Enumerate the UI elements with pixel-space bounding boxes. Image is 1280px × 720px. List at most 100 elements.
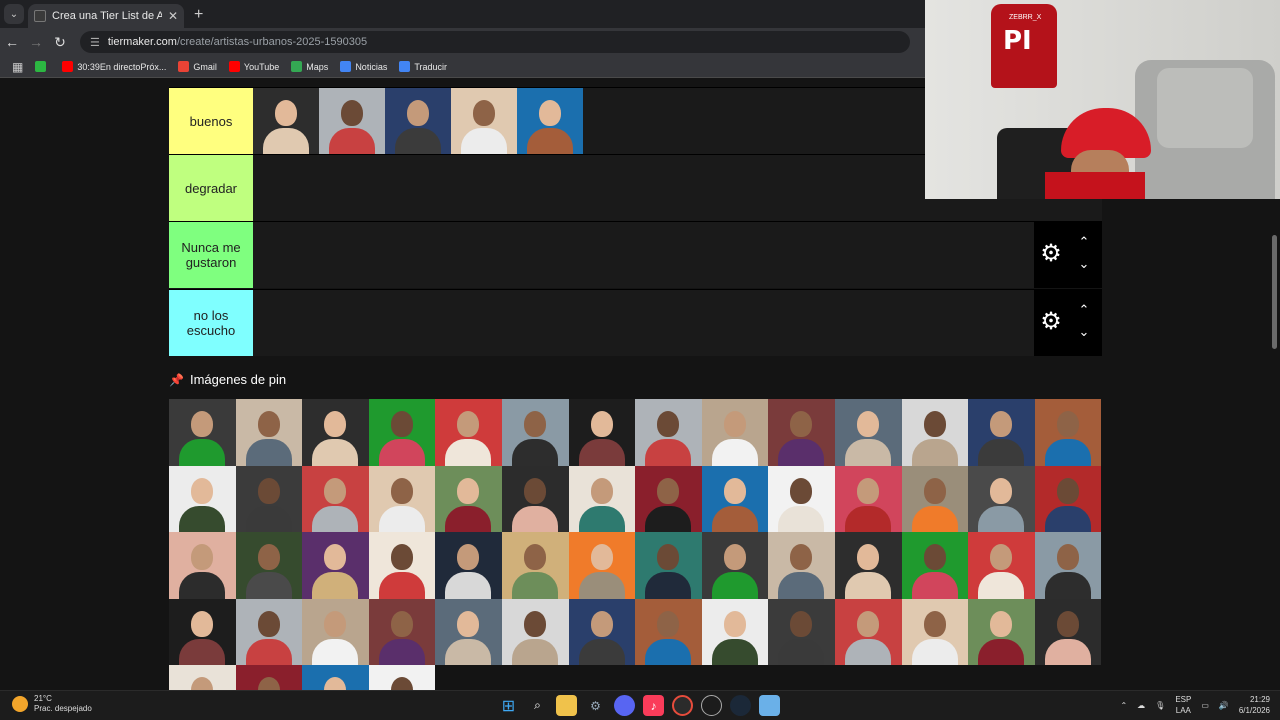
artist-thumbnail[interactable] <box>368 665 436 690</box>
tier-label[interactable]: Nunca me gustaron <box>169 222 253 288</box>
artist-thumbnail[interactable] <box>968 465 1035 533</box>
artist-thumbnail[interactable] <box>968 598 1035 666</box>
artist-thumbnail[interactable] <box>701 532 769 599</box>
scrollbar-thumb[interactable] <box>1272 235 1277 349</box>
artist-thumbnail[interactable] <box>1034 598 1102 666</box>
artist-thumbnail[interactable] <box>635 399 702 466</box>
artist-thumbnail[interactable] <box>635 532 702 599</box>
new-tab-icon[interactable]: + <box>194 6 203 24</box>
cloud-icon[interactable]: ☁ <box>1137 700 1145 711</box>
tier-label[interactable]: degradar <box>169 155 253 221</box>
artist-thumbnail[interactable] <box>768 532 835 599</box>
artist-thumbnail[interactable] <box>568 465 636 533</box>
artist-thumbnail[interactable] <box>768 465 835 533</box>
bookmark-item[interactable]: Noticias <box>340 61 387 72</box>
settings-icon[interactable]: ⚙ <box>585 695 606 716</box>
artist-thumbnail[interactable] <box>768 598 835 666</box>
discord-icon[interactable] <box>614 695 635 716</box>
bookmark-item[interactable]: Maps <box>291 61 328 72</box>
bookmark-item[interactable]: 30:39En directoPróx... <box>62 61 166 72</box>
tab-close-icon[interactable]: ✕ <box>168 9 178 23</box>
bookmark-item[interactable] <box>35 61 50 72</box>
artist-thumbnail[interactable] <box>385 88 451 154</box>
start-icon[interactable]: ⊞ <box>498 695 519 716</box>
artist-thumbnail[interactable] <box>368 598 436 666</box>
artist-thumbnail[interactable] <box>701 465 769 533</box>
artist-thumbnail[interactable] <box>368 532 436 599</box>
artist-thumbnail[interactable] <box>1034 465 1102 533</box>
tier-label[interactable]: buenos <box>169 88 253 154</box>
gear-icon[interactable]: ⚙ <box>1038 309 1064 335</box>
artist-thumbnail[interactable] <box>1034 532 1102 599</box>
artist-thumbnail[interactable] <box>169 598 236 666</box>
artist-thumbnail[interactable] <box>169 665 236 690</box>
artist-thumbnail[interactable] <box>302 532 369 599</box>
site-info-icon[interactable]: ☰ <box>90 36 100 49</box>
artist-thumbnail[interactable] <box>968 532 1035 599</box>
artist-thumbnail[interactable] <box>302 665 369 690</box>
move-up-icon[interactable]: ⌃ <box>1076 302 1092 318</box>
steam-icon[interactable] <box>730 695 751 716</box>
artist-thumbnail[interactable] <box>1034 399 1102 466</box>
artist-thumbnail[interactable] <box>834 532 902 599</box>
artist-thumbnail[interactable] <box>768 399 835 466</box>
notepad-icon[interactable] <box>759 695 780 716</box>
artist-thumbnail[interactable] <box>435 532 502 599</box>
tray-overflow-icon[interactable]: ⌃ <box>1120 700 1127 711</box>
artist-thumbnail[interactable] <box>501 399 569 466</box>
bookmark-item[interactable]: Gmail <box>178 61 217 72</box>
network-icon[interactable]: ▭ <box>1201 700 1209 711</box>
artist-thumbnail[interactable] <box>568 399 636 466</box>
clock[interactable]: 21:29 6/1/2026 <box>1239 694 1270 716</box>
app-icon[interactable] <box>701 695 722 716</box>
music-icon[interactable]: ♪ <box>643 695 664 716</box>
artist-thumbnail[interactable] <box>834 465 902 533</box>
artist-thumbnail[interactable] <box>235 399 303 466</box>
artist-thumbnail[interactable] <box>253 88 319 154</box>
artist-thumbnail[interactable] <box>302 399 369 466</box>
language-indicator[interactable]: ESP LAA <box>1175 694 1191 716</box>
move-up-icon[interactable]: ⌃ <box>1076 234 1092 250</box>
artist-thumbnail[interactable] <box>568 532 636 599</box>
weather-widget[interactable]: 21°C Prac. despejado <box>12 694 92 714</box>
artist-thumbnail[interactable] <box>368 399 436 466</box>
search-icon[interactable]: ⌕ <box>527 695 548 716</box>
url-input[interactable]: ☰ tiermaker.com/create/artistas-urbanos-… <box>80 31 910 53</box>
forward-icon[interactable]: → <box>24 34 48 50</box>
artist-thumbnail[interactable] <box>701 399 769 466</box>
reload-icon[interactable]: ↻ <box>48 34 72 51</box>
artist-thumbnail[interactable] <box>235 532 303 599</box>
gear-icon[interactable]: ⚙ <box>1038 241 1064 267</box>
volume-icon[interactable]: 🔊 <box>1219 700 1229 711</box>
artist-thumbnail[interactable] <box>235 665 303 690</box>
artist-thumbnail[interactable] <box>901 532 969 599</box>
artist-thumbnail[interactable] <box>568 598 636 666</box>
bookmark-item[interactable]: Traducir <box>399 61 447 72</box>
artist-thumbnail[interactable] <box>901 399 969 466</box>
mic-icon[interactable]: 🎙 <box>1155 700 1165 711</box>
artist-thumbnail[interactable] <box>368 465 436 533</box>
bookmark-item[interactable]: YouTube <box>228 61 279 72</box>
back-icon[interactable]: ← <box>0 34 24 50</box>
artist-thumbnail[interactable] <box>701 598 769 666</box>
artist-thumbnail[interactable] <box>435 598 502 666</box>
tier-label[interactable]: no los escucho <box>169 290 253 356</box>
artist-thumbnail[interactable] <box>901 465 969 533</box>
chrome-icon[interactable] <box>672 695 693 716</box>
artist-thumbnail[interactable] <box>319 88 385 154</box>
artist-thumbnail[interactable] <box>169 465 236 533</box>
artist-thumbnail[interactable] <box>302 465 369 533</box>
artist-thumbnail[interactable] <box>501 532 569 599</box>
tab-search-icon[interactable]: ⌄ <box>4 4 24 24</box>
artist-thumbnail[interactable] <box>834 399 902 466</box>
artist-thumbnail[interactable] <box>169 399 236 466</box>
artist-thumbnail[interactable] <box>435 399 502 466</box>
file-explorer-icon[interactable] <box>556 695 577 716</box>
tab-tiermaker[interactable]: Crea una Tier List de Artistas U ✕ <box>28 4 184 28</box>
artist-thumbnail[interactable] <box>901 598 969 666</box>
apps-icon[interactable]: ▦ <box>12 60 23 74</box>
artist-thumbnail[interactable] <box>235 465 303 533</box>
move-down-icon[interactable]: ⌄ <box>1076 256 1092 272</box>
artist-thumbnail[interactable] <box>834 598 902 666</box>
artist-thumbnail[interactable] <box>169 532 236 599</box>
